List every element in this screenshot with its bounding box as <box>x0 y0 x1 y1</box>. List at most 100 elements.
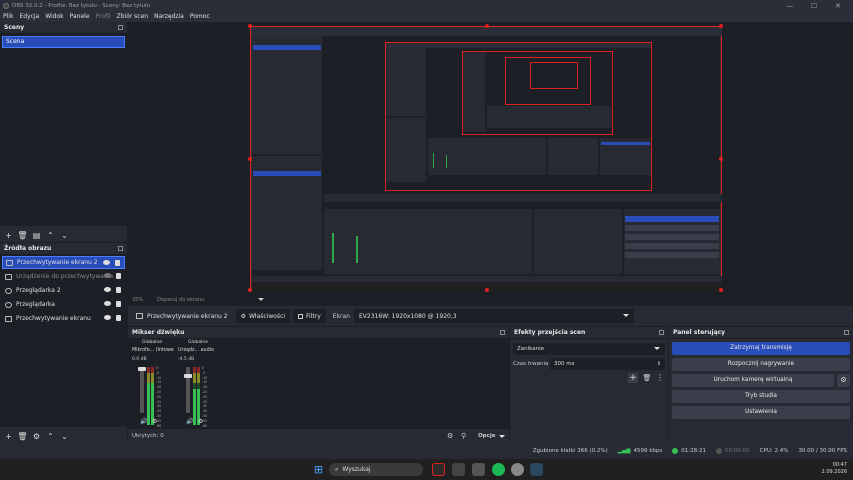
menu-help[interactable]: Pomoc <box>190 13 210 20</box>
source-item[interactable]: Urządzenie do przechwytywania <box>2 270 125 283</box>
app-taskbar-icon[interactable] <box>472 463 485 476</box>
stepper-icon[interactable]: ⇕ <box>657 358 661 370</box>
volume-fader-knob[interactable] <box>138 367 146 371</box>
lock-icon[interactable] <box>116 287 121 293</box>
speaker-icon[interactable]: 🔊 <box>140 418 147 425</box>
visibility-eye-icon[interactable] <box>104 301 111 306</box>
remove-scene-icon[interactable]: 🗑 <box>17 230 28 241</box>
move-up-icon[interactable]: ⌃ <box>45 431 56 442</box>
volume-fader[interactable] <box>140 367 144 413</box>
windows-start-icon[interactable]: ⊞ <box>312 463 325 476</box>
menu-edit[interactable]: Edycja <box>19 13 39 20</box>
filter-icon <box>298 313 304 319</box>
resize-handle[interactable] <box>248 157 252 161</box>
spotify-icon[interactable] <box>492 463 505 476</box>
properties-button[interactable]: ⚙ Właściwości <box>235 309 291 323</box>
visibility-eye-icon[interactable] <box>103 260 110 265</box>
menu-profile[interactable]: Profil <box>96 13 111 20</box>
taskbar-clock[interactable]: 00:47 2.09.2026 <box>822 462 847 476</box>
speaker-icon[interactable]: 🔊 <box>186 418 193 425</box>
duration-input[interactable]: 300 ms ⇕ <box>550 358 665 370</box>
channel-name[interactable]: Urządz... audio <box>176 347 220 355</box>
resize-handle[interactable] <box>485 288 489 292</box>
visibility-eye-hidden-icon[interactable] <box>104 273 111 278</box>
settings-button[interactable]: Ustawienia <box>672 406 850 419</box>
stop-streaming-button[interactable]: Zatrzymaj transmisję <box>672 342 850 355</box>
channel-settings-icon[interactable]: ⚙ <box>198 418 203 425</box>
nested-transitions <box>534 209 622 274</box>
taskbar-search[interactable]: ⌕ Wyszukaj <box>329 463 423 476</box>
close-button[interactable]: ✕ <box>826 0 850 11</box>
source-label: Przeglądarka 2 <box>16 287 61 294</box>
preview-canvas[interactable] <box>248 24 723 292</box>
chevron-down-icon[interactable] <box>499 435 505 438</box>
resize-handle[interactable] <box>719 24 723 28</box>
virtual-camera-settings-icon[interactable]: ⚙ <box>837 374 850 387</box>
visibility-eye-icon[interactable] <box>104 315 111 320</box>
menu-docks[interactable]: Panele <box>70 13 90 20</box>
filters-button[interactable]: Filtry <box>293 309 326 323</box>
fit-mode[interactable]: Dopasuj do ekranu <box>157 297 204 303</box>
dock-float-icon[interactable] <box>659 330 664 335</box>
dock-float-icon[interactable] <box>118 246 123 251</box>
scene-item[interactable]: Scena <box>2 36 125 48</box>
channel-name[interactable]: Mikrofo... (Intowe <box>130 347 174 355</box>
screen-select[interactable]: EV2316W: 1920x1080 @ 1920,3 <box>353 309 634 323</box>
visibility-eye-icon[interactable] <box>104 287 111 292</box>
monitor-icon <box>5 315 12 322</box>
resize-handle[interactable] <box>719 157 723 161</box>
lock-icon[interactable] <box>115 260 120 266</box>
controls-title-text: Panel sterujący <box>673 329 726 336</box>
start-virtual-camera-button[interactable]: Uruchom kamerę wirtualną <box>672 374 834 387</box>
source-properties-icon[interactable]: ⚙ <box>31 431 42 442</box>
obs-taskbar-icon[interactable] <box>432 463 445 476</box>
source-item[interactable]: Przeglądarka <box>2 298 125 311</box>
minimize-button[interactable]: — <box>778 0 802 11</box>
add-transition-icon[interactable]: + <box>628 373 638 383</box>
menu-scene-collection[interactable]: Zbiór scen <box>117 13 149 20</box>
resize-handle[interactable] <box>248 288 252 292</box>
move-down-icon[interactable]: ⌄ <box>59 230 70 241</box>
options-button[interactable]: Opcje <box>478 433 496 439</box>
source-label: Przechwytywanie ekranu <box>16 315 91 322</box>
status-bar: Zgubione klatki 366 (0.2%) ▂▄▆ 4599 kbps… <box>0 443 853 459</box>
mixer-link-icon[interactable]: ⚲ <box>461 432 466 440</box>
nested-button <box>625 234 719 240</box>
dock-float-icon[interactable] <box>118 25 123 30</box>
meter-scale-tick: -30 <box>202 394 208 399</box>
scene-filters-icon[interactable]: ▤ <box>31 230 42 241</box>
source-item[interactable]: Przeglądarka 2 <box>2 284 125 297</box>
lock-icon[interactable] <box>116 301 121 307</box>
remove-transition-icon[interactable]: 🗑 <box>642 373 652 383</box>
add-scene-icon[interactable]: + <box>3 230 14 241</box>
maximize-button[interactable]: ☐ <box>802 0 826 11</box>
lock-icon[interactable] <box>116 273 121 279</box>
transition-select[interactable]: Zanikanie <box>513 343 665 355</box>
zoom-dropdown-icon[interactable] <box>258 298 265 301</box>
menu-file[interactable]: Plik <box>3 13 13 20</box>
app-taskbar-icon[interactable] <box>452 463 465 476</box>
resize-handle[interactable] <box>485 24 489 28</box>
remove-source-icon[interactable]: 🗑 <box>17 431 28 442</box>
zoom-level[interactable]: 35% <box>132 297 143 303</box>
app-taskbar-icon[interactable] <box>511 463 524 476</box>
add-source-icon[interactable]: + <box>3 431 14 442</box>
move-down-icon[interactable]: ⌄ <box>59 431 70 442</box>
dock-float-icon[interactable] <box>844 330 849 335</box>
dock-float-icon[interactable] <box>500 330 505 335</box>
lock-icon[interactable] <box>116 315 121 321</box>
studio-mode-button[interactable]: Tryb studia <box>672 390 850 403</box>
menu-tools[interactable]: Narzędzia <box>154 13 184 20</box>
resize-handle[interactable] <box>248 24 252 28</box>
start-recording-button[interactable]: Rozpocznij nagrywanie <box>672 358 850 371</box>
volume-fader-knob[interactable] <box>184 374 192 378</box>
source-item[interactable]: Przechwytywanie ekranu 2 <box>2 256 125 269</box>
move-up-icon[interactable]: ⌃ <box>45 230 56 241</box>
channel-settings-icon[interactable]: ⚙ <box>152 418 157 425</box>
more-options-icon[interactable]: ⋮ <box>656 373 664 383</box>
menu-view[interactable]: Widok <box>45 13 63 20</box>
resize-handle[interactable] <box>719 288 723 292</box>
source-item[interactable]: Przechwytywanie ekranu <box>2 312 125 325</box>
mixer-settings-icon[interactable]: ⚙ <box>447 432 453 440</box>
steam-icon[interactable] <box>530 463 543 476</box>
